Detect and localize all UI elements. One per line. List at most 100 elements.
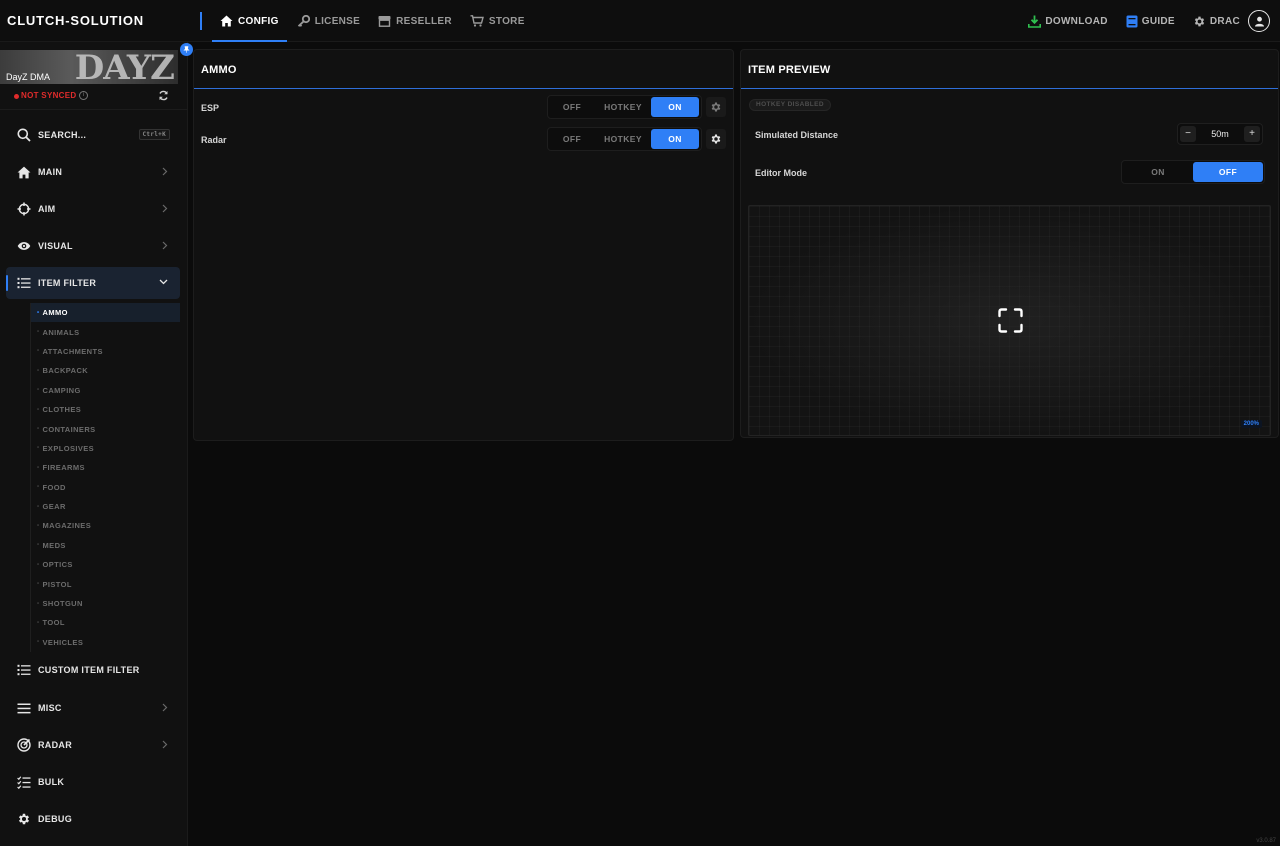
subitem-containers[interactable]: CONTAINERS	[31, 419, 180, 438]
menu-icon	[17, 703, 31, 713]
subitem-meds[interactable]: MEDS	[31, 536, 180, 555]
brand-logo: CLUTCH-SOLUTION	[7, 13, 144, 28]
esp-off-option[interactable]: OFF	[549, 97, 595, 117]
panel-title-underline	[194, 88, 733, 89]
fullscreen-icon[interactable]	[998, 308, 1023, 333]
sidebar-item-item-filter[interactable]: ITEM FILTER	[6, 267, 180, 299]
radar-hotkey-option[interactable]: HOTKEY	[595, 129, 651, 149]
tab-config[interactable]: CONFIG	[212, 0, 287, 42]
subitem-vehicles[interactable]: VEHICLES	[31, 633, 180, 652]
subitem-gear[interactable]: GEAR	[31, 497, 180, 516]
download-icon	[1028, 15, 1042, 28]
info-icon[interactable]: i	[79, 91, 88, 100]
app-version: v3.0.87	[1256, 838, 1276, 844]
tab-license-label: LICENSE	[314, 15, 361, 27]
sync-status-row: NOT SYNCED i	[0, 88, 178, 106]
refresh-icon[interactable]	[158, 90, 169, 101]
sidebar-item-bulk[interactable]: BULK	[6, 766, 180, 798]
editor-mode-toggle: ON OFF	[1121, 160, 1265, 184]
sidebar-item-visual[interactable]: VISUAL	[6, 230, 180, 262]
subitem-food[interactable]: FOOD	[31, 478, 180, 497]
hotkey-disabled-badge: HOTKEY DISABLED	[749, 99, 831, 111]
sidebar-item-custom-item-filter[interactable]: CUSTOM ITEM FILTER	[6, 654, 180, 686]
tab-reseller[interactable]: RESELLER	[370, 0, 460, 42]
subitem-camping[interactable]: CAMPING	[31, 381, 180, 400]
item-preview-canvas[interactable]: 200%	[748, 205, 1271, 436]
home-icon	[220, 15, 233, 27]
distance-value[interactable]: 50m	[1211, 129, 1229, 139]
avatar[interactable]	[1248, 10, 1270, 32]
zoom-badge: 200%	[1240, 420, 1262, 428]
editor-off-option[interactable]: OFF	[1193, 162, 1263, 182]
chevron-right-icon	[162, 204, 168, 213]
sidebar-item-debug[interactable]: DEBUG	[6, 803, 180, 835]
panel-title: AMMO	[201, 64, 237, 76]
editor-on-option[interactable]: ON	[1123, 162, 1193, 182]
radar-settings-button[interactable]	[706, 129, 726, 149]
game-name: DayZ DMA	[6, 72, 51, 82]
search-label: SEARCH...	[38, 130, 87, 140]
pin-badge[interactable]	[180, 43, 193, 56]
gear-icon	[711, 134, 721, 144]
subitem-backpack[interactable]: BACKPACK	[31, 361, 180, 380]
editor-mode-label: Editor Mode	[755, 168, 807, 178]
subitem-animals[interactable]: ANIMALS	[31, 322, 180, 341]
download-button[interactable]: DOWNLOAD	[1028, 15, 1107, 28]
subitem-magazines[interactable]: MAGAZINES	[31, 516, 180, 535]
radar-icon	[17, 738, 31, 752]
guide-button[interactable]: GUIDE	[1126, 15, 1175, 28]
pin-icon	[183, 46, 190, 53]
esp-on-option[interactable]: ON	[651, 97, 699, 117]
tab-config-label: CONFIG	[238, 15, 279, 27]
tab-license[interactable]: LICENSE	[289, 0, 368, 42]
subitem-clothes[interactable]: CLOTHES	[31, 400, 180, 419]
subitem-shotgun[interactable]: SHOTGUN	[31, 594, 180, 613]
subitem-ammo[interactable]: AMMO	[31, 303, 180, 323]
esp-hotkey-option[interactable]: HOTKEY	[595, 97, 651, 117]
cart-icon	[470, 15, 484, 27]
checklist-icon	[17, 775, 31, 789]
tab-reseller-label: RESELLER	[396, 15, 452, 27]
sidebar-item-aim[interactable]: AIM	[6, 193, 180, 225]
sidebar: DAYZ DayZ DMA NOT SYNCED i SEARCH... Ctr…	[0, 42, 193, 846]
sidebar-item-misc[interactable]: MISC	[6, 692, 180, 724]
sync-status-dot	[14, 94, 19, 99]
key-icon	[297, 15, 310, 27]
subitem-pistol[interactable]: PISTOL	[31, 574, 180, 593]
esp-settings-button[interactable]	[706, 97, 726, 117]
radar-mode-toggle: OFF HOTKEY ON	[547, 127, 702, 151]
list-icon	[17, 277, 31, 289]
list-icon	[17, 664, 31, 676]
esp-mode-toggle: OFF HOTKEY ON	[547, 95, 702, 119]
sidebar-item-radar[interactable]: RADAR	[6, 729, 180, 761]
search-button[interactable]: SEARCH... Ctrl+K	[6, 119, 180, 151]
gear-icon	[711, 102, 721, 112]
chevron-right-icon	[162, 740, 168, 749]
panel-title: ITEM PREVIEW	[748, 64, 831, 76]
search-shortcut: Ctrl+K	[138, 129, 170, 140]
game-banner[interactable]: DAYZ DayZ DMA	[0, 50, 178, 84]
ammo-panel: AMMO ESP OFF HOTKEY ON Radar OFF HOTKEY …	[193, 49, 734, 441]
panel-title-underline	[741, 88, 1278, 89]
sidebar-item-radar-label: RADAR	[38, 740, 72, 750]
subitem-firearms[interactable]: FIREARMS	[31, 458, 180, 477]
chevron-right-icon	[162, 241, 168, 250]
radar-off-option[interactable]: OFF	[549, 129, 595, 149]
radar-on-option[interactable]: ON	[651, 129, 699, 149]
sync-status-text: NOT SYNCED	[21, 91, 77, 100]
subitem-tool[interactable]: TOOL	[31, 613, 180, 632]
sidebar-item-main[interactable]: MAIN	[6, 156, 180, 188]
distance-decrease-button[interactable]: −	[1180, 126, 1196, 142]
tab-store[interactable]: STORE	[462, 0, 533, 42]
distance-increase-button[interactable]: +	[1243, 126, 1260, 142]
item-filter-subtree: AMMO ANIMALS ATTACHMENTS BACKPACK CAMPIN…	[30, 303, 180, 653]
subitem-explosives[interactable]: EXPLOSIVES	[31, 439, 180, 458]
subitem-optics[interactable]: OPTICS	[31, 555, 180, 574]
user-settings-button[interactable]: DRAC	[1193, 15, 1240, 28]
chevron-down-icon	[159, 279, 168, 285]
simulated-distance-label: Simulated Distance	[755, 130, 839, 140]
chevron-right-icon	[162, 703, 168, 712]
sidebar-item-bulk-label: BULK	[38, 777, 65, 787]
subitem-attachments[interactable]: ATTACHMENTS	[31, 342, 180, 361]
store-icon	[378, 16, 391, 27]
